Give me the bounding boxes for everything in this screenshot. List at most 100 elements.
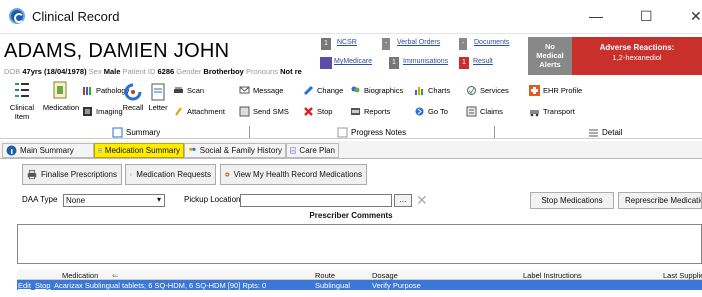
clear-pickup-icon[interactable]: ✕ xyxy=(416,192,428,209)
row-edit-link[interactable]: Edit xyxy=(18,281,31,290)
biographics-icon xyxy=(351,86,360,93)
dob-value: 47yrs (18/04/1978) xyxy=(22,67,87,76)
biographics-button[interactable]: Biographics xyxy=(350,85,403,96)
biographics-label: Biographics xyxy=(364,86,404,95)
send-sms-label: Send SMS xyxy=(253,107,289,116)
column-medication[interactable]: Medication xyxy=(62,271,98,280)
stop-medications-button[interactable]: Stop Medications xyxy=(530,192,614,209)
letter-button[interactable]: Letter xyxy=(146,83,170,112)
subtab-social-family-history[interactable]: Social & Family History xyxy=(184,143,286,158)
goto-button[interactable]: Go To xyxy=(414,106,448,117)
charts-icon xyxy=(415,87,423,95)
change-label: Change xyxy=(317,86,344,95)
ncsr-count-badge: 1 xyxy=(321,38,331,50)
column-dosage[interactable]: Dosage xyxy=(372,271,398,280)
finalise-prescriptions-label: Finalise Prescriptions xyxy=(40,170,117,179)
transport-icon xyxy=(530,110,539,117)
subtab-medication-summary-label: Medication Summary xyxy=(104,146,180,155)
patient-id-value: 6286 xyxy=(157,67,175,76)
message-label: Message xyxy=(253,86,284,95)
ehr-profile-button[interactable]: EHR Profile xyxy=(529,85,582,96)
scan-button[interactable]: Scan xyxy=(173,85,204,96)
view-my-health-record-button[interactable]: View My Health Record Medications xyxy=(220,164,367,185)
pronouns-value: Not re xyxy=(280,67,302,76)
dob-label: DOB xyxy=(4,67,21,76)
pathology-icon xyxy=(83,87,91,95)
adverse-reactions-panel[interactable]: Adverse Reactions: 1,2-hexanediol xyxy=(572,37,702,75)
subtab-medication-summary[interactable]: Medication Summary xyxy=(94,143,184,158)
mymedicare-link[interactable]: MyMedicare xyxy=(334,58,372,65)
close-button[interactable]: ✕ xyxy=(690,8,702,25)
charts-button[interactable]: Charts xyxy=(414,85,450,96)
transport-button[interactable]: Transport xyxy=(529,106,575,117)
tab-progress-notes[interactable]: Progress Notes xyxy=(337,127,406,138)
tab-summary[interactable]: Summary xyxy=(112,127,160,138)
stop-x-icon xyxy=(304,107,313,116)
minimize-button[interactable]: — xyxy=(589,8,603,24)
patient-name: ADAMS, DAMIEN JOHN xyxy=(4,40,230,62)
pencil-icon xyxy=(303,85,314,96)
mymedicare-icon xyxy=(320,57,332,69)
transport-label: Transport xyxy=(543,107,575,116)
attachment-label: Attachment xyxy=(187,107,225,116)
subtab-main-summary-label: Main Summary xyxy=(20,146,74,155)
medication-requests-button[interactable]: Medication Requests xyxy=(125,164,216,185)
daa-type-label: DAA Type xyxy=(22,195,58,204)
info-icon xyxy=(6,145,17,156)
daa-type-select[interactable]: None ▾ xyxy=(63,194,165,207)
column-last-supplied[interactable]: Last Supplied xyxy=(663,271,702,280)
column-label-instructions[interactable]: Label Instructions xyxy=(523,271,582,280)
send-sms-button[interactable]: Send SMS xyxy=(239,106,289,117)
immunisations-link[interactable]: Immunisations xyxy=(403,58,448,65)
app-logo-icon xyxy=(9,8,25,24)
documents-badge: - xyxy=(459,38,468,50)
stop-button[interactable]: Stop xyxy=(303,106,332,117)
ehr-profile-label: EHR Profile xyxy=(543,86,583,95)
pickup-location-field[interactable] xyxy=(240,194,392,207)
tab-detail[interactable]: Detail xyxy=(588,127,622,138)
imaging-button[interactable]: Imaging xyxy=(82,106,123,117)
clinical-item-label: Clinical Item xyxy=(9,103,35,121)
ehr-profile-icon xyxy=(529,85,540,96)
finalise-prescriptions-button[interactable]: Finalise Prescriptions xyxy=(22,164,122,185)
medication-button[interactable]: Medication xyxy=(42,80,80,112)
medication-requests-icon xyxy=(130,173,133,176)
pronouns-label: Pronouns xyxy=(245,67,279,76)
reports-label: Reports xyxy=(364,107,391,116)
alerts-line-2: Medical xyxy=(536,51,564,60)
column-route[interactable]: Route xyxy=(315,271,335,280)
claims-button[interactable]: Claims xyxy=(466,106,503,117)
recall-button[interactable]: Recall xyxy=(121,83,145,112)
ncsr-link[interactable]: NCSR xyxy=(337,39,357,46)
row-stop-link[interactable]: Stop xyxy=(35,281,50,290)
immunisations-badge: 1 xyxy=(389,57,399,69)
subtab-care-plan-label: Care Plan xyxy=(299,146,335,155)
verbal-orders-link[interactable]: Verbal Orders xyxy=(397,39,440,46)
maximize-button[interactable]: ☐ xyxy=(640,8,653,25)
medical-alerts-panel[interactable]: No Medical Alerts xyxy=(528,37,572,75)
subtab-care-plan[interactable]: Care Plan xyxy=(286,143,339,158)
subtab-main-summary[interactable]: Main Summary xyxy=(2,143,94,158)
attachment-button[interactable]: Attachment xyxy=(173,106,225,117)
reports-button[interactable]: Reports xyxy=(350,106,390,117)
table-row[interactable]: Edit Stop Acarizax Sublingual tablets; 6… xyxy=(17,280,702,290)
recall-icon xyxy=(124,83,142,101)
reports-icon xyxy=(351,108,360,115)
services-icon xyxy=(467,86,476,95)
services-button[interactable]: Services xyxy=(466,85,509,96)
clinical-item-button[interactable]: Clinical Item xyxy=(2,80,42,121)
message-button[interactable]: Message xyxy=(239,85,283,96)
pickup-browse-button[interactable]: ... xyxy=(394,194,412,207)
claims-icon xyxy=(466,106,477,117)
medication-icon xyxy=(53,81,67,99)
row-dosage: Verify Purpose xyxy=(372,281,421,290)
goto-label: Go To xyxy=(428,107,448,116)
my-health-record-icon xyxy=(225,172,230,177)
dropdown-arrow-icon: ▾ xyxy=(156,195,161,204)
prescriber-comments-box[interactable] xyxy=(17,224,702,264)
represcribe-medication-button[interactable]: Represcribe Medication xyxy=(618,192,702,209)
sex-label: Sex xyxy=(88,67,102,76)
result-link[interactable]: Result xyxy=(473,58,493,65)
documents-link[interactable]: Documents xyxy=(474,39,509,46)
change-button[interactable]: Change xyxy=(303,85,343,96)
